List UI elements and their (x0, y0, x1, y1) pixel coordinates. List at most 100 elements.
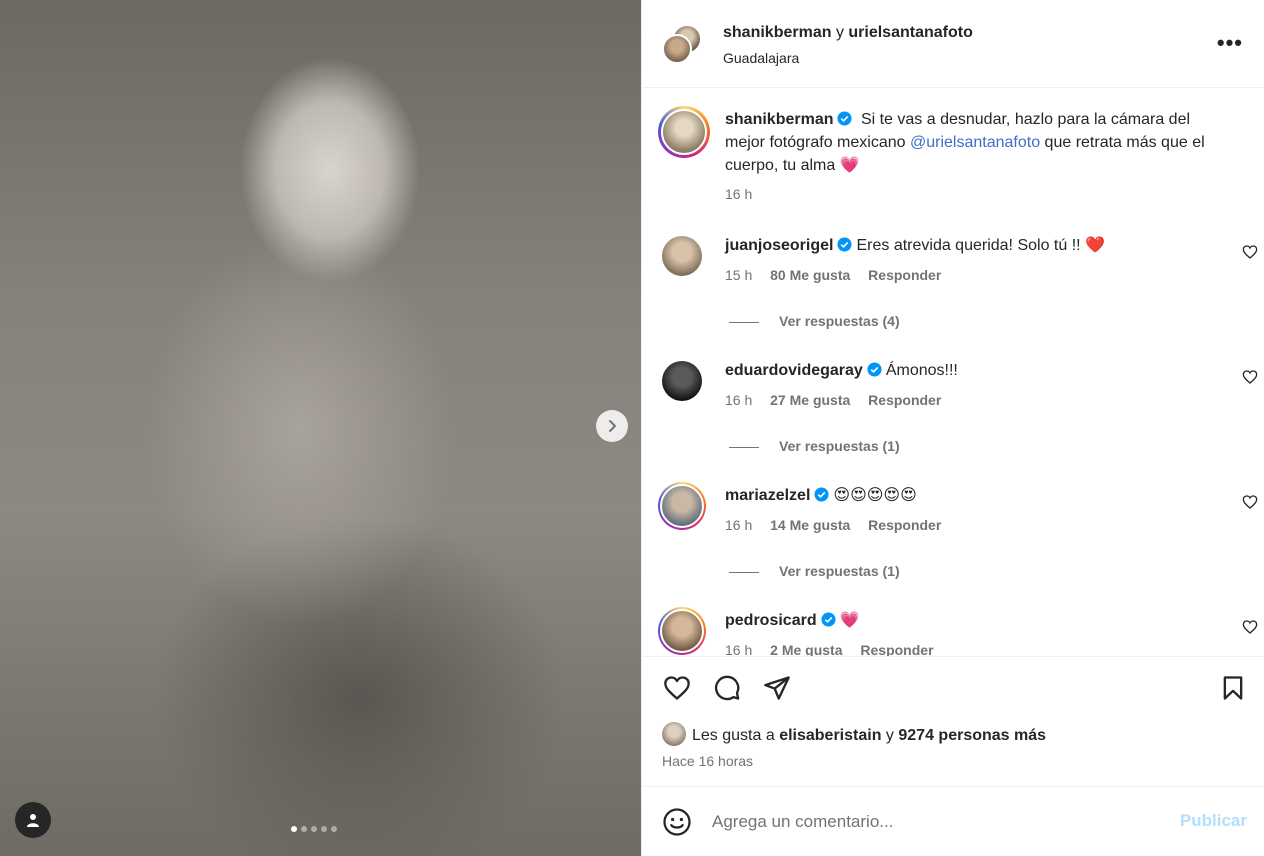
likes-joiner: y (885, 727, 894, 744)
comment-meta: 16 h 2 Me gusta Responder (725, 642, 948, 656)
comment-icon (714, 675, 740, 701)
caption-mention-link[interactable]: @urielsantanafoto (910, 134, 1040, 151)
comment-likes[interactable]: 2 Me gusta (770, 642, 842, 656)
verified-badge-icon (867, 362, 882, 377)
post-side-panel: shanikberman y urielsantanafoto Guadalaj… (641, 0, 1264, 856)
comment-item: juanjoseorigel Eres atrevida querida! Sol… (658, 236, 1258, 298)
verified-badge-icon (814, 487, 829, 502)
comments-list[interactable]: shanikberman Si te vas a desnudar, hazlo… (642, 88, 1264, 656)
comment-item: mariazelzel 😍😍😍😍😍 16 h 14 Me gusta Respon… (658, 482, 1258, 548)
comment-text: juanjoseorigel Eres atrevida querida! Sol… (725, 236, 1105, 256)
comment-username[interactable]: juanjoseorigel (725, 237, 833, 254)
slide-dot (291, 826, 297, 832)
add-comment-bar: Publicar (642, 786, 1264, 856)
comment-text: eduardovidegaray Ámonos!!! (725, 361, 958, 381)
comment-meta: 16 h 27 Me gusta Responder (725, 392, 955, 408)
comment-text: pedrosicard 💗 (725, 611, 860, 631)
instagram-post-modal: shanikberman y urielsantanafoto Guadalaj… (0, 0, 1264, 856)
replies-divider (729, 446, 759, 448)
comment-likes[interactable]: 80 Me gusta (770, 267, 850, 283)
slide-dot (301, 826, 307, 832)
next-slide-button[interactable] (596, 410, 628, 442)
comment-likes[interactable]: 27 Me gusta (770, 392, 850, 408)
slide-dot (331, 826, 337, 832)
caption-time[interactable]: 16 h (725, 183, 1225, 206)
reply-button[interactable]: Responder (868, 392, 941, 408)
publish-button[interactable]: Publicar (1180, 811, 1247, 831)
caption-avatar[interactable] (658, 106, 710, 158)
heart-icon[interactable] (1242, 244, 1258, 260)
post-header: shanikberman y urielsantanafoto Guadalaj… (642, 0, 1264, 88)
heart-icon[interactable] (1242, 494, 1258, 510)
share-button[interactable] (762, 673, 792, 703)
reply-button[interactable]: Responder (860, 642, 933, 656)
reply-button[interactable]: Responder (868, 267, 941, 283)
view-replies-button[interactable]: Ver respuestas (1) (729, 438, 900, 454)
replies-divider (729, 571, 759, 573)
comment-username[interactable]: eduardovidegaray (725, 362, 863, 379)
caption-emoji: 💗 (839, 157, 860, 174)
author-username-link[interactable]: shanikberman (723, 24, 831, 41)
commenter-avatar[interactable] (658, 607, 706, 655)
likes-summary: Les gusta a elisaberistain y 9274 person… (662, 722, 1046, 752)
commenter-avatar[interactable] (662, 236, 702, 276)
post-actions (642, 656, 1264, 722)
user-icon (27, 814, 39, 827)
caption-text: shanikberman Si te vas a desnudar, hazlo… (725, 108, 1225, 206)
comment-time[interactable]: 16 h (725, 517, 752, 533)
author-joiner: y (835, 24, 844, 41)
caption-username[interactable]: shanikberman (725, 111, 833, 128)
verified-badge-icon (821, 612, 836, 627)
comment-time[interactable]: 16 h (725, 392, 752, 408)
commenter-avatar[interactable] (662, 361, 702, 401)
emoji-icon[interactable] (662, 807, 692, 837)
liker-username-link[interactable]: elisaberistain (779, 727, 881, 744)
save-button[interactable] (1218, 673, 1248, 703)
comment-meta: 15 h 80 Me gusta Responder (725, 267, 955, 283)
post-authors: shanikberman y urielsantanafoto (723, 24, 973, 42)
verified-badge-icon (837, 111, 853, 126)
slide-indicator (291, 826, 337, 832)
comment-item: eduardovidegaray Ámonos!!! 16 h 27 Me gus… (658, 361, 1258, 423)
comment-time[interactable]: 16 h (725, 642, 752, 656)
comment-username[interactable]: pedrosicard (725, 612, 817, 629)
collaborator-username-link[interactable]: urielsantanafoto (848, 24, 972, 41)
collab-avatars[interactable] (662, 24, 704, 66)
verified-badge-icon (837, 237, 852, 252)
location-link[interactable]: Guadalajara (723, 50, 799, 66)
comment-likes[interactable]: 14 Me gusta (770, 517, 850, 533)
view-replies-button[interactable]: Ver respuestas (4) (729, 313, 900, 329)
reply-button[interactable]: Responder (868, 517, 941, 533)
liker-avatar[interactable] (662, 722, 686, 746)
post-media (0, 0, 641, 856)
comment-meta: 16 h 14 Me gusta Responder (725, 517, 955, 533)
heart-icon[interactable] (1242, 369, 1258, 385)
avatar (662, 34, 692, 64)
more-options-button[interactable]: ••• (1217, 32, 1243, 54)
comment-item: pedrosicard 💗 16 h 2 Me gusta Responder (658, 607, 1258, 656)
comment-input[interactable] (712, 809, 1172, 835)
replies-divider (729, 321, 759, 323)
view-replies-label: Ver respuestas (4) (779, 313, 900, 329)
comment-button[interactable] (712, 673, 742, 703)
heart-icon[interactable] (1242, 619, 1258, 635)
view-replies-button[interactable]: Ver respuestas (1) (729, 563, 900, 579)
tagged-users-button[interactable] (15, 802, 51, 838)
share-icon (764, 676, 790, 700)
post-timestamp[interactable]: Hace 16 horas (662, 753, 753, 769)
comment-username[interactable]: mariazelzel (725, 487, 810, 504)
heart-icon (664, 676, 690, 700)
comment-time[interactable]: 15 h (725, 267, 752, 283)
slide-dot (311, 826, 317, 832)
chevron-right-icon (609, 420, 616, 432)
comment-emoji: 💗 (839, 612, 860, 629)
comment-text: mariazelzel 😍😍😍😍😍 (725, 486, 917, 506)
comment-body: Ámonos!!! (885, 362, 958, 379)
comment-emoji: 😍😍😍😍😍 (833, 487, 917, 504)
slide-dot (321, 826, 327, 832)
likes-count-link[interactable]: 9274 personas más (898, 727, 1046, 744)
like-button[interactable] (662, 673, 692, 703)
view-replies-label: Ver respuestas (1) (779, 438, 900, 454)
commenter-avatar[interactable] (658, 482, 706, 530)
likes-prefix: Les gusta a (692, 727, 775, 744)
